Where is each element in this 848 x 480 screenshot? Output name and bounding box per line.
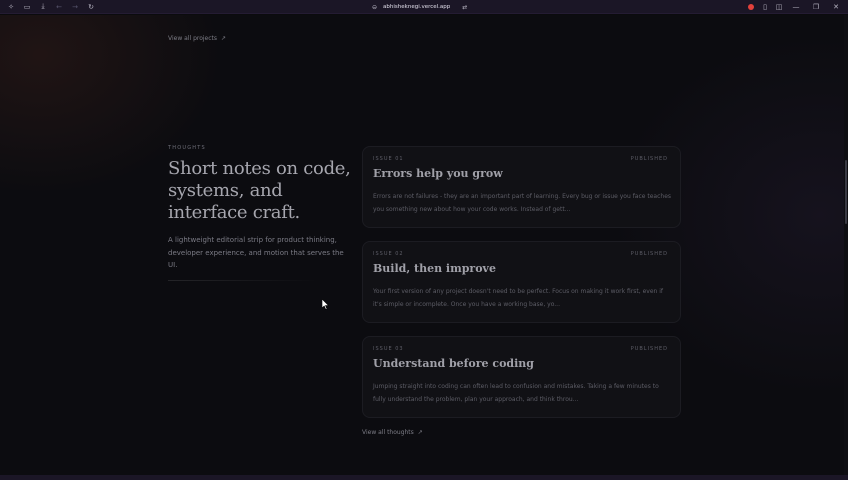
reload-icon[interactable]: ↻	[83, 0, 99, 14]
site-info-icon[interactable]: ⊖	[372, 4, 377, 11]
card-title[interactable]: Understand before coding	[373, 357, 534, 370]
back-icon[interactable]: ←	[51, 0, 67, 14]
extension-badge	[748, 4, 754, 10]
view-all-thoughts-label: View all thoughts	[362, 429, 414, 436]
card-title[interactable]: Errors help you grow	[373, 167, 503, 180]
page-actions-icon[interactable]: ⇄	[462, 4, 467, 11]
card-issue: ISSUE 01	[373, 156, 404, 162]
arrow-up-right-icon: ↗	[417, 429, 423, 436]
maximize-icon[interactable]: ❐	[806, 0, 826, 14]
card-status: PUBLISHED	[630, 346, 668, 352]
bookmark-icon[interactable]: ▯	[758, 0, 772, 14]
browser-bottom-bar	[0, 475, 848, 480]
arrow-up-right-icon: ↗	[221, 35, 227, 42]
view-all-thoughts-link[interactable]: View all thoughts ↗	[362, 429, 423, 436]
forward-icon[interactable]: →	[67, 0, 83, 14]
card-status: PUBLISHED	[630, 251, 668, 257]
thought-card[interactable]: ISSUE 02 PUBLISHED Build, then improve Y…	[362, 241, 681, 323]
card-title[interactable]: Build, then improve	[373, 262, 496, 275]
page-scrollbar[interactable]	[844, 15, 848, 475]
view-all-projects-label: View all projects	[168, 35, 218, 42]
sidebar-icon[interactable]: ▭	[19, 0, 35, 14]
page-content: View all projects ↗ THOUGHTS Short notes…	[0, 15, 848, 475]
card-excerpt: Jumping straight into coding can often l…	[373, 383, 659, 403]
thought-card[interactable]: ISSUE 03 PUBLISHED Understand before cod…	[362, 336, 681, 418]
extension-icon[interactable]	[744, 0, 758, 14]
section-subtext: A lightweight editorial strip for produc…	[168, 236, 344, 269]
toolbar-left-icons: ✧ ▭ ⤓ ← → ↻	[3, 0, 99, 14]
card-excerpt: Your first version of any project doesn'…	[373, 288, 663, 308]
workspaces-icon[interactable]: ✧	[3, 0, 19, 14]
toolbar-right-icons: ▯ ◫ — ❐ ✕	[744, 0, 846, 14]
split-view-icon[interactable]: ◫	[772, 0, 786, 14]
address-bar[interactable]: ⊖ abhisheknegi.vercel.app ⇄	[372, 0, 467, 14]
browser-toolbar: ✧ ▭ ⤓ ← → ↻ ⊖ abhisheknegi.vercel.app ⇄ …	[0, 0, 848, 14]
card-excerpt: Errors are not failures - they are an im…	[373, 193, 672, 213]
view-all-projects-link[interactable]: View all projects ↗	[168, 35, 226, 42]
card-status: PUBLISHED	[630, 156, 668, 162]
section-eyebrow: THOUGHTS	[168, 145, 206, 151]
download-icon[interactable]: ⤓	[35, 0, 51, 14]
minimize-icon[interactable]: —	[786, 0, 806, 14]
address-url[interactable]: abhisheknegi.vercel.app	[383, 4, 450, 10]
thought-card[interactable]: ISSUE 01 PUBLISHED Errors help you grow …	[362, 146, 681, 228]
scrollbar-thumb[interactable]	[845, 160, 847, 224]
card-issue: ISSUE 03	[373, 346, 404, 352]
close-icon[interactable]: ✕	[826, 0, 846, 14]
section-divider	[168, 280, 318, 281]
section-headline: Short notes on code, systems, and interf…	[168, 158, 351, 223]
card-issue: ISSUE 02	[373, 251, 404, 257]
